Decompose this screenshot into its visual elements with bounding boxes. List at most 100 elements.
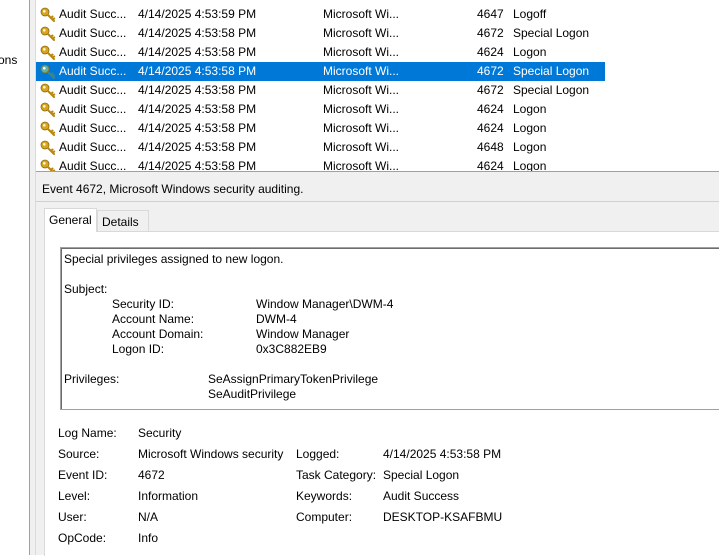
event-id-cell: 4624 xyxy=(477,45,504,59)
computer-label: Computer: xyxy=(296,510,353,524)
account-name-value: DWM-4 xyxy=(256,312,297,326)
event-date-cell: 4/14/2025 4:53:58 PM xyxy=(138,26,257,40)
event-task-cell: Logon xyxy=(513,140,547,154)
event-row[interactable]: Audit Succ... 4/14/2025 4:53:58 PM Micro… xyxy=(36,119,605,138)
event-task-cell: Logoff xyxy=(513,7,547,21)
event-keywords-cell: Audit Succ... xyxy=(59,26,127,40)
key-icon xyxy=(40,102,56,117)
event-keywords-cell: Audit Succ... xyxy=(59,83,127,97)
event-id-value: 4672 xyxy=(138,468,165,482)
task-category-label: Task Category: xyxy=(296,468,377,482)
task-category-value: Special Logon xyxy=(383,468,460,482)
event-id-cell: 4624 xyxy=(477,121,504,135)
event-id-cell: 4672 xyxy=(477,83,504,97)
tab-details-label: Details xyxy=(102,215,139,229)
level-value: Information xyxy=(138,489,199,503)
event-date-cell: 4/14/2025 4:53:58 PM xyxy=(138,102,257,116)
tab-general[interactable]: General xyxy=(44,208,97,232)
tab-general-label: General xyxy=(49,213,92,227)
event-task-cell: Special Logon xyxy=(513,26,590,40)
key-icon xyxy=(40,45,56,60)
event-id-cell: 4672 xyxy=(477,26,504,40)
tab-details[interactable]: Details xyxy=(97,210,149,231)
user-value: N/A xyxy=(138,510,159,524)
event-id-cell: 4648 xyxy=(477,140,504,154)
security-id-value: Window Manager\DWM-4 xyxy=(256,297,394,311)
logon-id-value: 0x3C882EB9 xyxy=(256,342,327,356)
account-domain-value: Window Manager xyxy=(256,327,350,341)
event-row[interactable]: Audit Succ... 4/14/2025 4:53:58 PM Micro… xyxy=(36,24,605,43)
logged-value: 4/14/2025 4:53:58 PM xyxy=(383,447,502,461)
event-row[interactable]: Audit Succ... 4/14/2025 4:53:58 PM Micro… xyxy=(36,81,605,100)
general-tab-body: Special privileges assigned to new logon… xyxy=(44,231,719,556)
event-date-cell: 4/14/2025 4:53:58 PM xyxy=(138,121,257,135)
key-icon xyxy=(40,64,56,79)
key-icon xyxy=(40,140,56,155)
event-id-cell: 4624 xyxy=(477,159,504,172)
event-keywords-cell: Audit Succ... xyxy=(59,140,127,154)
key-icon xyxy=(40,26,56,41)
account-domain-label: Account Domain: xyxy=(112,327,204,341)
event-date-cell: 4/14/2025 4:53:58 PM xyxy=(138,45,257,59)
event-detail-title: Event 4672, Microsoft Windows security a… xyxy=(42,182,304,196)
description-headline: Special privileges assigned to new logon… xyxy=(64,252,284,266)
event-row[interactable]: Audit Succ... 4/14/2025 4:53:58 PM Micro… xyxy=(36,43,605,62)
actions-pane: ons xyxy=(0,0,30,555)
event-id-cell: 4672 xyxy=(477,64,504,78)
event-source-cell: Microsoft Wi... xyxy=(323,121,400,135)
event-date-cell: 4/14/2025 4:53:58 PM xyxy=(138,140,257,154)
user-label: User: xyxy=(58,510,87,524)
keywords-label: Keywords: xyxy=(296,489,353,503)
event-date-cell: 4/14/2025 4:53:58 PM xyxy=(138,159,257,172)
event-task-cell: Special Logon xyxy=(513,83,590,97)
event-task-cell: Logon xyxy=(513,102,547,116)
event-date-cell: 4/14/2025 4:53:59 PM xyxy=(138,7,257,21)
computer-value: DESKTOP-KSAFBMU xyxy=(383,510,503,524)
event-row[interactable]: Audit Succ... 4/14/2025 4:53:59 PM Micro… xyxy=(36,5,605,24)
security-id-label: Security ID: xyxy=(112,297,175,311)
event-id-cell: 4624 xyxy=(477,102,504,116)
key-icon xyxy=(40,159,56,171)
opcode-value: Info xyxy=(138,531,159,545)
actions-partial-label: ons xyxy=(0,53,18,67)
event-detail-title-bar: Event 4672, Microsoft Windows security a… xyxy=(36,176,719,202)
event-keywords-cell: Audit Succ... xyxy=(59,121,127,135)
event-keywords-cell: Audit Succ... xyxy=(59,159,127,172)
privilege-item: SeAuditPrivilege xyxy=(208,387,297,401)
source-value: Microsoft Windows security xyxy=(138,447,284,461)
key-icon xyxy=(40,7,56,22)
event-source-cell: Microsoft Wi... xyxy=(323,7,400,21)
event-source-cell: Microsoft Wi... xyxy=(323,83,400,97)
log-name-label: Log Name: xyxy=(58,426,117,440)
event-row[interactable]: Audit Succ... 4/14/2025 4:53:58 PM Micro… xyxy=(36,62,605,81)
event-source-cell: Microsoft Wi... xyxy=(323,26,400,40)
event-task-cell: Logon xyxy=(513,121,547,135)
event-list[interactable]: Audit Succ... 4/14/2025 4:53:59 PM Micro… xyxy=(36,0,719,172)
event-keywords-cell: Audit Succ... xyxy=(59,64,127,78)
event-date-cell: 4/14/2025 4:53:58 PM xyxy=(138,64,257,78)
subject-label: Subject: xyxy=(64,282,108,296)
event-source-cell: Microsoft Wi... xyxy=(323,64,400,78)
key-icon xyxy=(40,83,56,98)
event-task-cell: Logon xyxy=(513,45,547,59)
event-row[interactable]: Audit Succ... 4/14/2025 4:53:58 PM Micro… xyxy=(36,157,605,172)
key-icon xyxy=(40,121,56,136)
event-id-label: Event ID: xyxy=(58,468,108,482)
event-description-box[interactable]: Special privileges assigned to new logon… xyxy=(60,247,719,410)
event-source-cell: Microsoft Wi... xyxy=(323,140,400,154)
event-id-cell: 4647 xyxy=(477,7,504,21)
log-name-value: Security xyxy=(138,426,182,440)
event-source-cell: Microsoft Wi... xyxy=(323,159,400,172)
event-row[interactable]: Audit Succ... 4/14/2025 4:53:58 PM Micro… xyxy=(36,100,605,119)
privileges-label: Privileges: xyxy=(64,372,120,386)
event-row[interactable]: Audit Succ... 4/14/2025 4:53:58 PM Micro… xyxy=(36,138,605,157)
account-name-label: Account Name: xyxy=(112,312,195,326)
event-keywords-cell: Audit Succ... xyxy=(59,45,127,59)
keywords-value: Audit Success xyxy=(383,489,460,503)
logged-label: Logged: xyxy=(296,447,340,461)
event-task-cell: Special Logon xyxy=(513,64,590,78)
event-detail-pane: General Details Special privileges assig… xyxy=(36,202,719,556)
event-keywords-cell: Audit Succ... xyxy=(59,102,127,116)
level-label: Level: xyxy=(58,489,91,503)
opcode-label: OpCode: xyxy=(58,531,107,545)
